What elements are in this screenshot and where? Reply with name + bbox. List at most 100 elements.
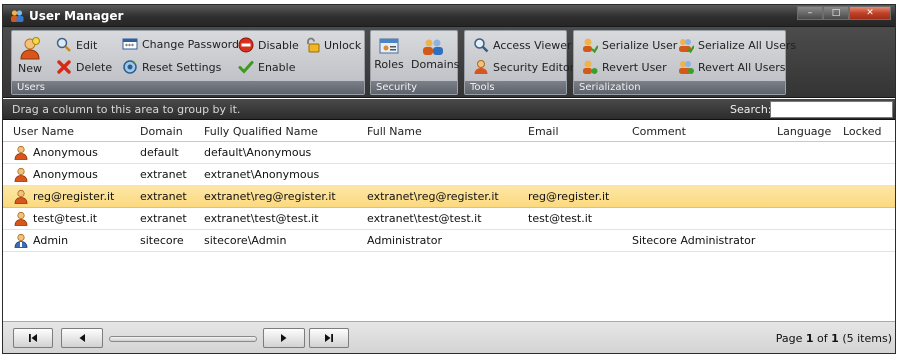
edit-label: Edit (76, 38, 98, 52)
item-count: (5 items) (838, 332, 892, 345)
unlock-label: Unlock (324, 38, 362, 52)
access-viewer-label: Access Viewer (493, 38, 572, 52)
column-header-email[interactable]: Email (528, 125, 559, 138)
change-password-button[interactable]: *** Change Password (122, 37, 239, 51)
reset-settings-label: Reset Settings (142, 60, 222, 74)
total-pages: 1 (831, 332, 839, 345)
title-bar: User Manager – □ ✕ (3, 5, 895, 27)
column-header-domain[interactable]: Domain (140, 125, 183, 138)
domains-icon (423, 39, 443, 55)
enable-label: Enable (258, 60, 296, 74)
first-page-icon (29, 334, 37, 342)
roles-label: Roles (374, 58, 404, 71)
cell-email: reg@register.it (528, 190, 610, 203)
serialize-user-label: Serialize User (602, 38, 678, 52)
new-user-button[interactable]: New (15, 37, 45, 75)
group-by-hint: Drag a column to this area to group by i… (12, 103, 241, 116)
cell-fully-qualified-name: extranet\reg@register.it (204, 190, 336, 203)
column-header-full-name[interactable]: Full Name (367, 125, 422, 138)
change-password-label: Change Password (142, 37, 239, 51)
revert-all-users-button[interactable]: Revert All Users (678, 59, 785, 75)
edit-icon (56, 37, 71, 52)
domains-label: Domains (411, 58, 460, 71)
reset-settings-icon (123, 60, 137, 74)
column-header-fully-qualified-name[interactable]: Fully Qualified Name (204, 125, 318, 138)
cell-fully-qualified-name: sitecore\Admin (204, 234, 287, 247)
reset-settings-button[interactable]: Reset Settings (122, 59, 221, 75)
next-arrow-icon (281, 334, 287, 342)
close-button[interactable]: ✕ (849, 6, 891, 20)
new-user-label: New (18, 62, 42, 75)
access-viewer-button[interactable]: Access Viewer (473, 37, 572, 53)
padlock-icon (307, 37, 320, 53)
cell-user-name: Anonymous (33, 146, 98, 159)
edit-user-button[interactable]: Edit (56, 37, 97, 53)
ribbon-toolbar: New Edit Delete *** Change Password Rese… (3, 27, 895, 98)
admin-icon (14, 233, 28, 248)
next-page-button[interactable] (263, 328, 305, 348)
security-editor-button[interactable]: Security Editor (473, 59, 574, 75)
table-row[interactable]: Admin sitecore sitecore\Admin Administra… (3, 230, 895, 252)
column-header-language[interactable]: Language (777, 125, 831, 138)
cell-full-name: Administrator (367, 234, 442, 247)
page-slider-track[interactable] (109, 336, 257, 342)
window-controls: – □ ✕ (797, 6, 891, 20)
serialize-all-users-button[interactable]: Serialize All Users (678, 37, 796, 53)
ribbon-group-serialization: Serialize User Revert User Serialize All… (573, 30, 796, 95)
column-header-comment[interactable]: Comment (632, 125, 686, 138)
cell-fully-qualified-name: extranet\Anonymous (204, 168, 320, 181)
column-header-locked[interactable]: Locked (843, 125, 881, 138)
security-group-label: Security (371, 81, 457, 94)
search-input[interactable] (770, 101, 893, 118)
cell-user-name: Anonymous (33, 168, 98, 181)
password-field-icon: *** (122, 38, 138, 50)
page-info: Page 1 of 1 (5 items) (776, 332, 892, 345)
delete-label: Delete (76, 60, 113, 74)
domains-button[interactable]: Domains (411, 37, 459, 71)
column-header-user-name[interactable]: User Name (13, 125, 74, 138)
cell-fully-qualified-name: default\Anonymous (204, 146, 312, 159)
cell-full-name: extranet\reg@register.it (367, 190, 499, 203)
last-page-button[interactable] (309, 328, 349, 348)
revert-user-icon (583, 60, 598, 74)
grid-header: User Name Domain Fully Qualified Name Fu… (3, 121, 895, 142)
disable-icon (238, 37, 254, 53)
cell-email: test@test.it (528, 212, 593, 225)
first-page-button[interactable] (13, 328, 53, 348)
table-row-selected[interactable]: reg@register.it extranet extranet\reg@re… (3, 186, 895, 208)
last-page-icon (325, 334, 333, 342)
table-row[interactable]: Anonymous default default\Anonymous (3, 142, 895, 164)
unlock-user-button[interactable]: Unlock (304, 37, 361, 53)
serialization-group-label: Serialization (574, 81, 785, 94)
roles-button[interactable]: Roles (374, 37, 404, 71)
revert-user-button[interactable]: Revert User (582, 59, 667, 75)
minimize-button[interactable]: – (797, 6, 823, 20)
group-by-bar[interactable]: Drag a column to this area to group by i… (3, 99, 895, 120)
user-manager-window: User Manager – □ ✕ New Edit Delete *** C… (2, 4, 896, 354)
enable-user-button[interactable]: Enable (238, 59, 295, 75)
cell-fully-qualified-name: extranet\test@test.it (204, 212, 319, 225)
serialize-user-button[interactable]: Serialize User (582, 37, 677, 53)
previous-arrow-icon (79, 334, 85, 342)
maximize-button[interactable]: □ (823, 6, 849, 20)
previous-page-button[interactable] (61, 328, 103, 348)
cell-domain: extranet (140, 168, 187, 181)
user-manager-app-icon (11, 10, 24, 22)
access-viewer-icon (474, 38, 489, 53)
user-icon (14, 167, 28, 182)
table-row[interactable]: test@test.it extranet extranet\test@test… (3, 208, 895, 230)
revert-user-label: Revert User (602, 60, 667, 74)
delete-user-button[interactable]: Delete (56, 59, 112, 75)
serialize-all-users-icon (679, 39, 694, 53)
user-icon (14, 189, 28, 204)
new-user-icon (20, 37, 40, 60)
page-of: of (813, 332, 832, 345)
page-prefix: Page (775, 332, 806, 345)
search-label: Search: (730, 103, 772, 116)
table-row[interactable]: Anonymous extranet extranet\Anonymous (3, 164, 895, 186)
cell-user-name: Admin (33, 234, 69, 247)
disable-user-button[interactable]: Disable (238, 37, 299, 53)
serialize-user-icon (583, 38, 598, 53)
users-group-label: Users (12, 81, 364, 94)
cell-domain: extranet (140, 190, 187, 203)
